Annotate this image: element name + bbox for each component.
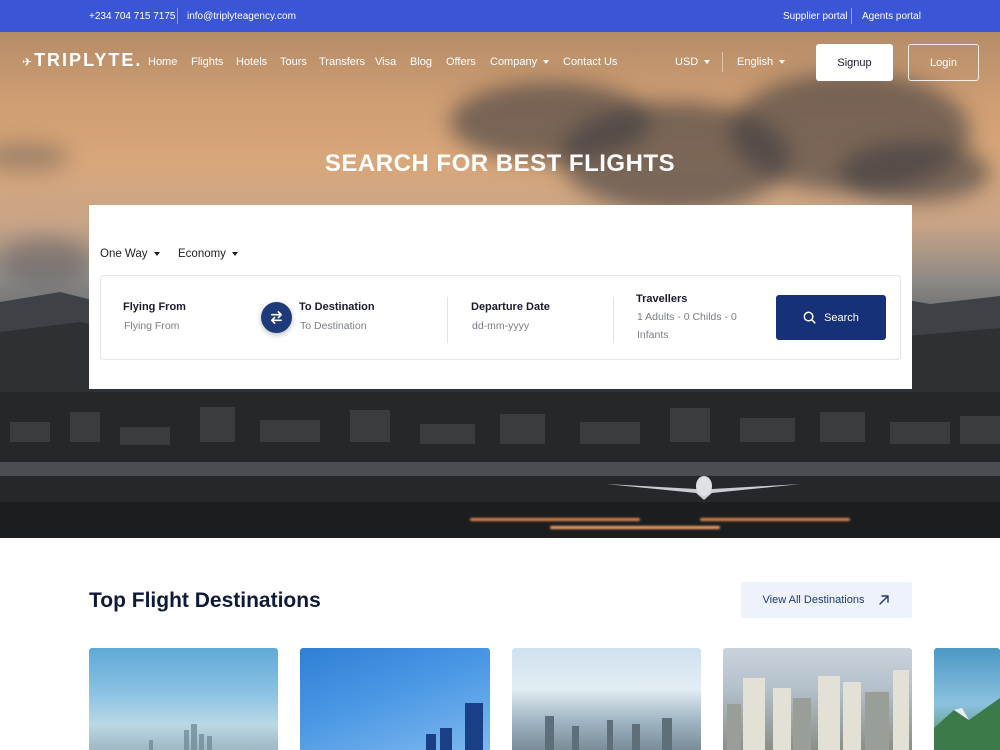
departure-date-label: Departure Date <box>471 301 550 313</box>
swap-button[interactable] <box>261 302 292 333</box>
airplane-image <box>606 476 801 500</box>
to-label: To Destination <box>299 301 375 313</box>
nav-company[interactable]: Company <box>490 56 550 68</box>
currency-select[interactable]: USD <box>675 56 711 68</box>
cabin-class-select[interactable]: Economy <box>178 248 238 260</box>
nav-offers[interactable]: Offers <box>446 56 476 68</box>
flight-search-card: One Way Economy Flying From Flying From … <box>89 205 912 389</box>
nav-transfers[interactable]: Transfers <box>319 56 365 68</box>
search-button[interactable]: Search <box>776 295 886 340</box>
supplier-portal-link[interactable]: Supplier portal <box>783 11 847 22</box>
swap-icon <box>271 311 282 324</box>
field-divider <box>613 297 614 343</box>
nav-blog[interactable]: Blog <box>410 56 432 68</box>
nav-contact-us[interactable]: Contact Us <box>563 56 617 68</box>
travellers-input[interactable]: 1 Adults - 0 Childs - 0 Infants <box>637 308 749 344</box>
destination-card-image[interactable] <box>934 648 1000 750</box>
language-select[interactable]: English <box>737 56 786 68</box>
search-icon <box>803 311 816 324</box>
search-fields: Flying From Flying From To Destination T… <box>100 275 901 360</box>
phone-link[interactable]: +234 704 715 7175 <box>89 11 175 22</box>
destination-card-image[interactable] <box>89 648 278 750</box>
hero-title: SEARCH FOR BEST FLIGHTS <box>324 150 676 177</box>
from-label: Flying From <box>123 301 186 313</box>
field-divider <box>447 297 448 343</box>
travellers-label: Travellers <box>636 293 688 305</box>
caret-down-icon <box>153 251 160 256</box>
nav-tours[interactable]: Tours <box>280 56 307 68</box>
destination-card-image[interactable] <box>300 648 490 750</box>
nav-home[interactable]: Home <box>148 56 177 68</box>
site-logo[interactable]: ✈TRIPLYTE. <box>22 50 142 71</box>
caret-down-icon <box>543 60 550 65</box>
view-all-destinations-button[interactable]: View All Destinations <box>741 582 912 618</box>
to-input[interactable]: To Destination <box>300 320 367 332</box>
top-bar: +234 704 715 7175 info@triplyteagency.co… <box>0 0 1000 32</box>
signup-button[interactable]: Signup <box>816 44 893 81</box>
destination-card-image[interactable] <box>723 648 912 750</box>
nav-flights[interactable]: Flights <box>191 56 223 68</box>
caret-down-icon <box>779 60 786 65</box>
agents-portal-link[interactable]: Agents portal <box>862 11 921 22</box>
arrow-up-right-icon <box>879 595 890 605</box>
from-input[interactable]: Flying From <box>124 320 179 332</box>
nav-divider <box>722 52 723 72</box>
caret-down-icon <box>704 60 711 65</box>
departure-date-input[interactable]: dd-mm-yyyy <box>472 320 529 332</box>
caret-down-icon <box>231 251 238 256</box>
login-button[interactable]: Login <box>908 44 979 81</box>
trip-type-select[interactable]: One Way <box>100 248 160 260</box>
destination-card-image[interactable] <box>512 648 701 750</box>
section-title: Top Flight Destinations <box>89 589 321 612</box>
nav-visa[interactable]: Visa <box>375 56 396 68</box>
email-link[interactable]: info@triplyteagency.com <box>187 11 296 22</box>
nav-hotels[interactable]: Hotels <box>236 56 267 68</box>
plane-logo-icon: ✈ <box>22 55 35 69</box>
topbar-divider <box>851 8 852 24</box>
topbar-divider <box>177 8 178 24</box>
